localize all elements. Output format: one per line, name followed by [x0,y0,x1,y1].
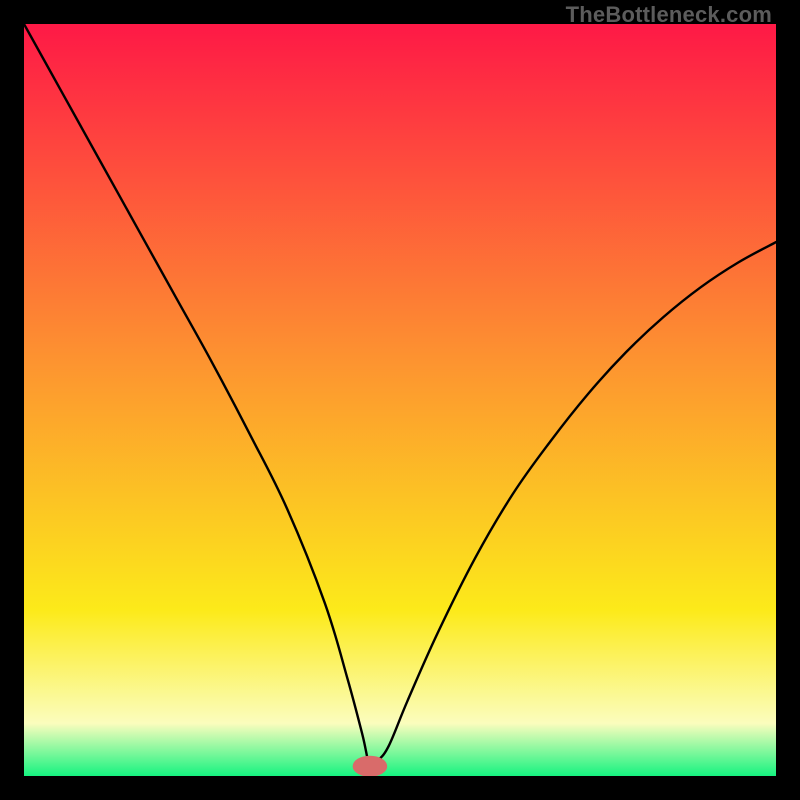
gradient-background [24,24,776,776]
optimal-point-marker [353,756,388,776]
bottleneck-chart [24,24,776,776]
chart-frame [24,24,776,776]
